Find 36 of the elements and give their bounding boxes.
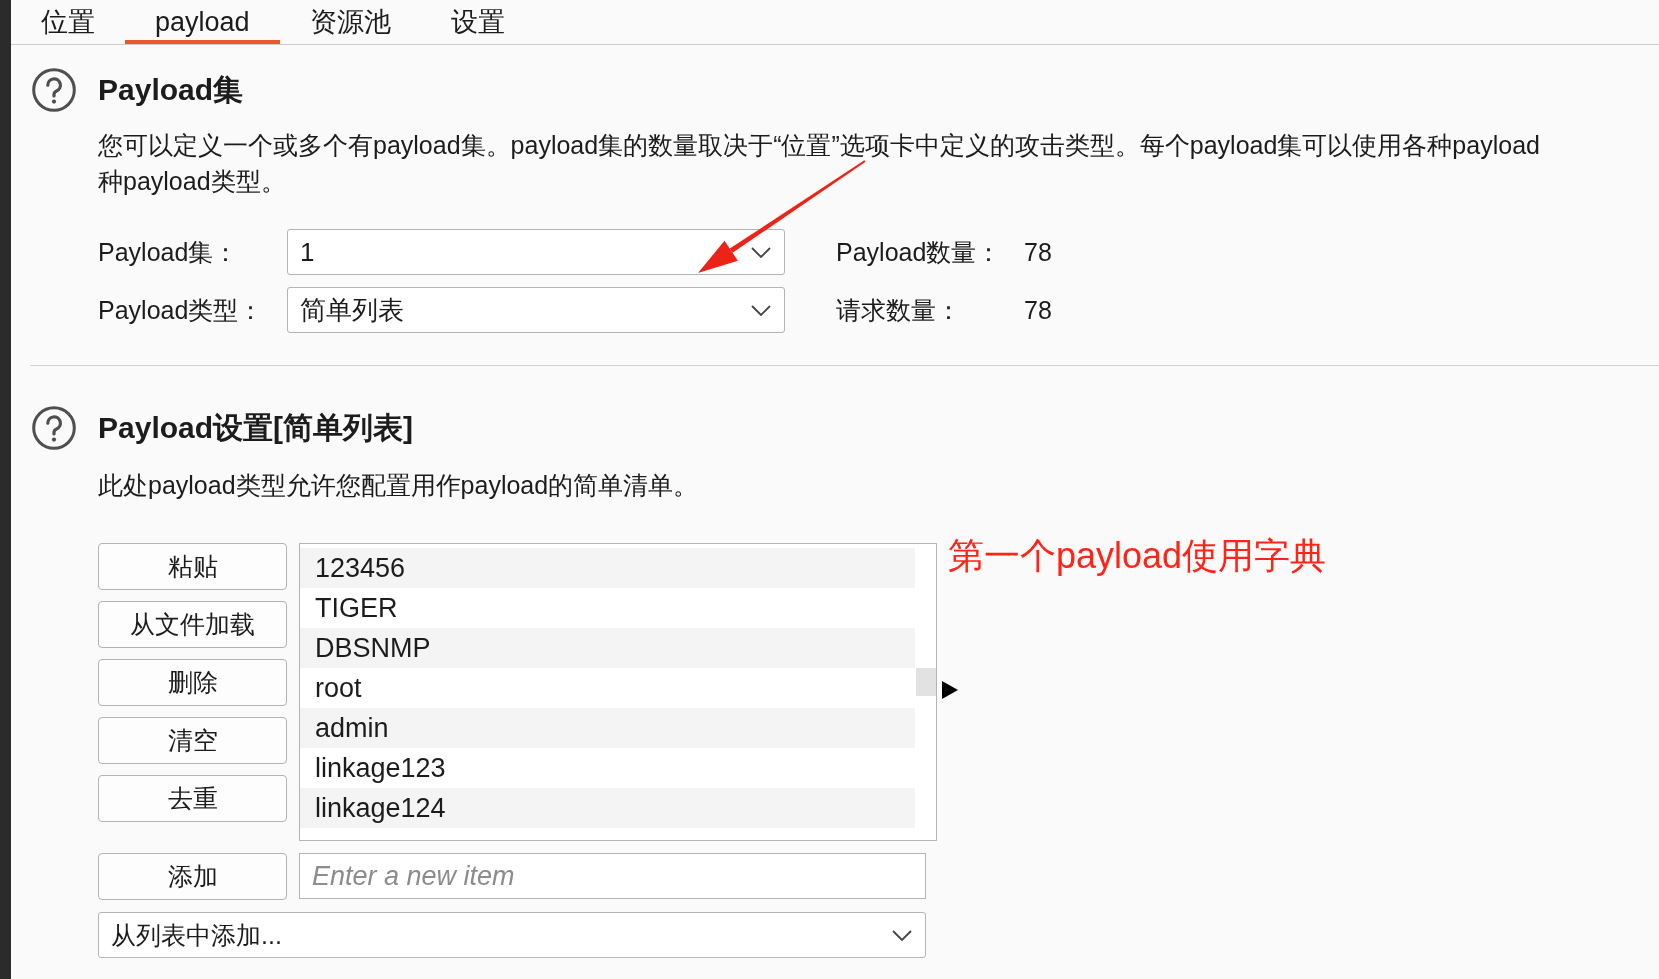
list-item[interactable]: linkage124 <box>300 788 915 828</box>
triangle-icon <box>942 681 958 699</box>
field-label: Payload类型： <box>98 294 265 326</box>
tab[interactable]: 设置 <box>420 0 535 44</box>
list-item[interactable]: DBSNMP <box>300 628 915 668</box>
section-description: 您可以定义一个或多个有payload集。payload集的数量取决于“位置”选项卡中定义的攻击类型。每个payload集可以使用各种payload 种payload类型。 <box>98 130 1541 197</box>
annotation-text: 第一个payload使用字典 <box>948 534 1327 578</box>
add-button[interactable]: 添加 <box>98 853 287 900</box>
chevron-down-icon <box>751 246 771 258</box>
tab[interactable]: 位置 <box>11 0 125 44</box>
action-button[interactable]: 删除 <box>98 659 287 706</box>
dropdown[interactable]: 从列表中添加... <box>98 912 926 958</box>
chevron-down-icon <box>892 929 912 941</box>
list-item[interactable]: admin <box>300 708 915 748</box>
chevron-down-icon <box>751 304 771 316</box>
scrollbar-thumb[interactable] <box>916 668 936 696</box>
action-button[interactable]: 粘贴 <box>98 543 287 590</box>
tab[interactable]: 资源池 <box>279 0 421 44</box>
action-button[interactable]: 清空 <box>98 717 287 764</box>
help-icon[interactable] <box>32 406 76 450</box>
section-title: Payload集 <box>98 71 244 108</box>
stat-value: 78 <box>1024 295 1052 325</box>
action-button[interactable]: 从文件加载 <box>98 601 287 648</box>
list-item[interactable]: 123456 <box>300 548 915 588</box>
stat-value: 78 <box>1024 237 1052 267</box>
stat-label: 请求数量： <box>836 294 962 326</box>
input-field[interactable]: Enter a new item <box>299 853 926 899</box>
dropdown[interactable]: 1 <box>287 229 785 275</box>
stat-label: Payload数量： <box>836 236 1003 268</box>
help-icon[interactable] <box>32 68 76 112</box>
tab[interactable]: payload <box>125 0 280 44</box>
section-description: 此处payload类型允许您配置用作payload的简单清单。 <box>98 470 700 501</box>
field-label: Payload集： <box>98 236 240 268</box>
dropdown[interactable]: 简单列表 <box>287 287 785 333</box>
action-button[interactable]: 去重 <box>98 775 287 822</box>
section-title: Payload设置[简单列表] <box>98 409 414 446</box>
